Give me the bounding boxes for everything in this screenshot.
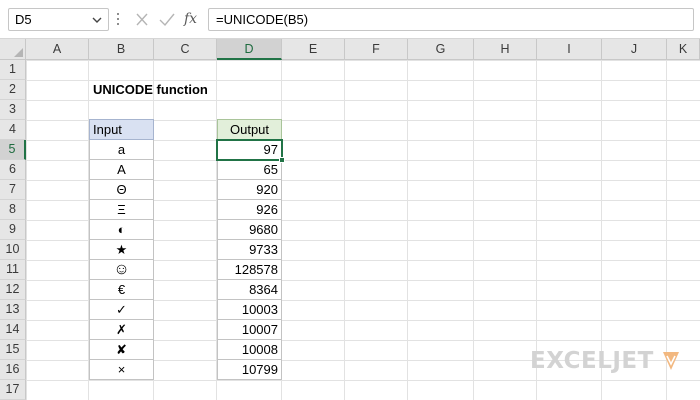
output-cell[interactable]: 10799	[217, 360, 282, 380]
column-header-j[interactable]: J	[602, 39, 667, 60]
fx-icon[interactable]: fx	[184, 11, 202, 28]
exceljet-logo: EXCELJET	[530, 348, 654, 374]
output-cell[interactable]: 97	[217, 140, 282, 160]
output-cell[interactable]: 9680	[217, 220, 282, 240]
formula-input[interactable]: =UNICODE(B5)	[208, 8, 694, 31]
fill-handle[interactable]	[279, 157, 285, 163]
sheet-title[interactable]: UNICODE function	[93, 80, 208, 100]
x-icon[interactable]	[134, 11, 150, 28]
output-cell[interactable]: 926	[217, 200, 282, 220]
output-header-cell[interactable]: Output	[217, 119, 282, 140]
select-all-corner[interactable]	[0, 39, 26, 60]
column-header-g[interactable]: G	[408, 39, 474, 60]
name-box[interactable]: D5	[8, 8, 109, 31]
input-cell[interactable]: ★	[89, 240, 154, 260]
input-cell[interactable]: a	[89, 140, 154, 160]
input-cell[interactable]: A	[89, 160, 154, 180]
output-cell[interactable]: 10003	[217, 300, 282, 320]
output-cell[interactable]: 10008	[217, 340, 282, 360]
column-header-e[interactable]: E	[282, 39, 345, 60]
row-header-3[interactable]: 3	[0, 100, 26, 120]
input-cell[interactable]: €	[89, 280, 154, 300]
row-header-7[interactable]: 7	[0, 180, 26, 200]
input-cell[interactable]: ◐	[89, 220, 154, 240]
input-cell[interactable]: Ξ	[89, 200, 154, 220]
column-header-k[interactable]: K	[667, 39, 700, 60]
output-cell[interactable]: 10007	[217, 320, 282, 340]
output-cell[interactable]: 65	[217, 160, 282, 180]
formula-text: =UNICODE(B5)	[216, 12, 309, 27]
row-header-17[interactable]: 17	[0, 380, 26, 400]
row-header-10[interactable]: 10	[0, 240, 26, 260]
output-cell[interactable]: 8364	[217, 280, 282, 300]
column-header-i[interactable]: I	[537, 39, 602, 60]
column-header-h[interactable]: H	[474, 39, 537, 60]
output-cell[interactable]: 9733	[217, 240, 282, 260]
row-header-4[interactable]: 4	[0, 120, 26, 140]
row-header-2[interactable]: 2	[0, 80, 26, 100]
row-header-1[interactable]: 1	[0, 60, 26, 80]
row-header-14[interactable]: 14	[0, 320, 26, 340]
input-cell[interactable]: ×	[89, 360, 154, 380]
column-header-d[interactable]: D	[217, 39, 282, 60]
row-header-6[interactable]: 6	[0, 160, 26, 180]
input-cell[interactable]: ✗	[89, 320, 154, 340]
row-header-13[interactable]: 13	[0, 300, 26, 320]
row-header-8[interactable]: 8	[0, 200, 26, 220]
formula-bar-grip-icon	[117, 13, 120, 27]
input-cell[interactable]: Θ	[89, 180, 154, 200]
input-cell[interactable]: ✘	[89, 340, 154, 360]
row-header-5[interactable]: 5	[0, 140, 26, 160]
input-header-cell[interactable]: Input	[89, 119, 154, 140]
name-box-value: D5	[15, 12, 32, 27]
output-cell[interactable]: 128578	[217, 260, 282, 280]
row-header-9[interactable]: 9	[0, 220, 26, 240]
row-header-12[interactable]: 12	[0, 280, 26, 300]
formula-bar: D5 fx =UNICODE(B5)	[0, 0, 700, 39]
output-cell[interactable]: 920	[217, 180, 282, 200]
row-header-15[interactable]: 15	[0, 340, 26, 360]
row-header-11[interactable]: 11	[0, 260, 26, 280]
chevron-down-icon[interactable]	[90, 12, 104, 28]
formula-bar-buttons: fx	[128, 8, 204, 31]
column-header-f[interactable]: F	[345, 39, 408, 60]
check-icon[interactable]	[158, 11, 176, 28]
column-header-b[interactable]: B	[89, 39, 154, 60]
input-cell[interactable]: ✓	[89, 300, 154, 320]
exceljet-logo-icon	[663, 352, 679, 370]
column-header-c[interactable]: C	[154, 39, 217, 60]
input-cell[interactable]: ☺	[89, 260, 154, 280]
row-header-16[interactable]: 16	[0, 360, 26, 380]
column-header-a[interactable]: A	[26, 39, 89, 60]
